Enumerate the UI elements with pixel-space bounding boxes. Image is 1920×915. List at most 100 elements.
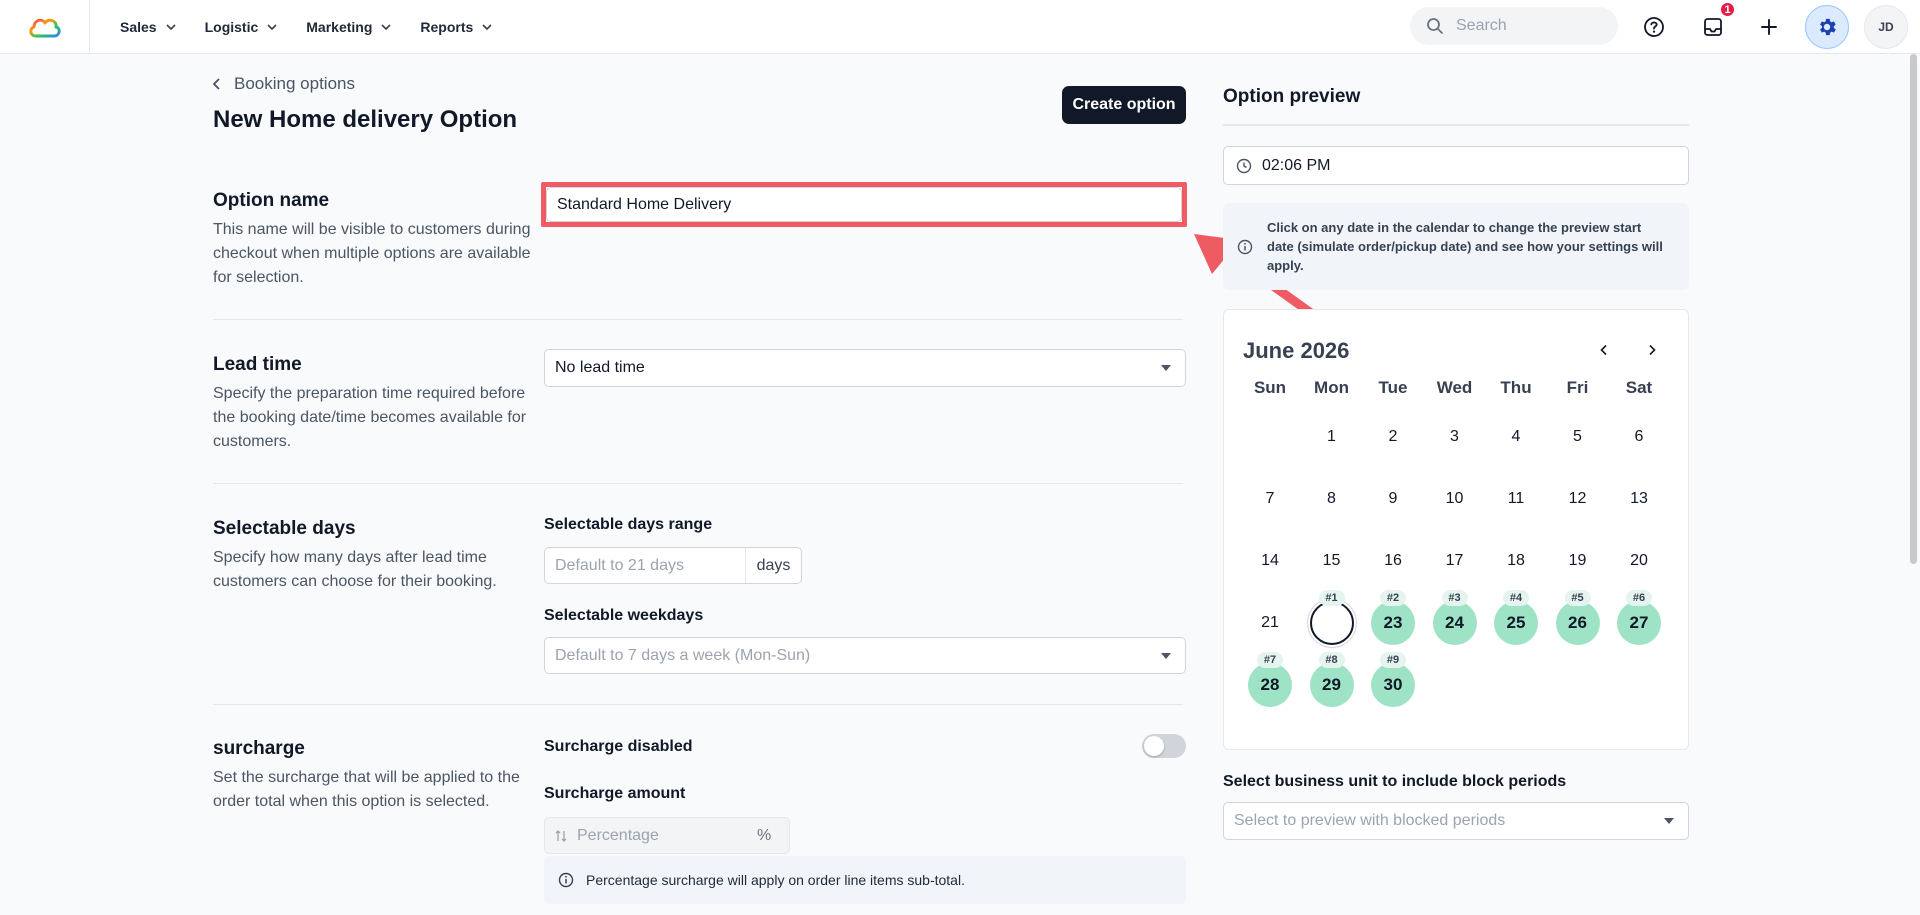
option-name-input[interactable] bbox=[546, 187, 1182, 222]
calendar-day-17[interactable]: 17 bbox=[1433, 539, 1477, 583]
available-day-tag: #7 bbox=[1257, 652, 1283, 668]
calendar-day-14[interactable]: 14 bbox=[1248, 539, 1292, 583]
calendar-day-28[interactable]: 28 bbox=[1248, 663, 1292, 707]
gear-icon bbox=[1820, 18, 1836, 36]
available-day-tag: #3 bbox=[1441, 590, 1468, 606]
weekday-header-mon: Mon bbox=[1314, 378, 1349, 397]
nav-logistic[interactable]: Logistic bbox=[205, 19, 279, 35]
business-unit-label: Select business unit to include block pe… bbox=[1223, 773, 1567, 790]
logo[interactable] bbox=[0, 0, 90, 54]
search-box[interactable] bbox=[1410, 7, 1618, 45]
calendar-month: June 2026 bbox=[1243, 338, 1350, 363]
calendar-day-24[interactable]: 24 bbox=[1432, 601, 1477, 645]
nav-marketing-label: Marketing bbox=[306, 19, 373, 35]
chevron-right-icon bbox=[1649, 344, 1656, 356]
calendar-day-18[interactable]: 18 bbox=[1494, 539, 1538, 583]
preview-info-text: Click on any date in the calendar to cha… bbox=[1267, 220, 1663, 273]
surcharge-title: surcharge bbox=[213, 738, 305, 759]
add-button[interactable] bbox=[1751, 9, 1787, 45]
calendar-day-9[interactable]: 9 bbox=[1371, 477, 1415, 521]
surcharge-toggle-label: Surcharge disabled bbox=[544, 738, 693, 755]
days-range-input[interactable] bbox=[545, 548, 745, 583]
settings-button[interactable] bbox=[1805, 5, 1849, 49]
calendar-day-3[interactable]: 3 bbox=[1433, 415, 1477, 459]
days-range-label: Selectable days range bbox=[544, 516, 713, 533]
caret-down-icon bbox=[1161, 652, 1171, 659]
lead-time-title: Lead time bbox=[213, 354, 302, 375]
calendar-next-button[interactable] bbox=[1638, 336, 1666, 364]
chevron-down-icon bbox=[482, 24, 492, 31]
calendar-day-6[interactable]: 6 bbox=[1617, 415, 1661, 459]
caret-down-icon bbox=[1664, 818, 1674, 824]
selectable-days-title: Selectable days bbox=[213, 518, 356, 539]
calendar-day-11[interactable]: 11 bbox=[1494, 477, 1538, 521]
calendar-day-2[interactable]: 2 bbox=[1371, 415, 1415, 459]
section-divider bbox=[213, 483, 1183, 484]
surcharge-note: Percentage surcharge will apply on order… bbox=[544, 856, 1186, 904]
surcharge-toggle[interactable] bbox=[1142, 734, 1186, 758]
calendar-day-7[interactable]: 7 bbox=[1248, 477, 1292, 521]
calendar-day-29[interactable]: 29 bbox=[1309, 663, 1354, 707]
back-link-label: Booking options bbox=[234, 74, 355, 93]
nav-reports[interactable]: Reports bbox=[420, 19, 493, 35]
available-day-tag: #6 bbox=[1626, 590, 1652, 606]
info-icon bbox=[1237, 239, 1253, 254]
notification-badge: 1 bbox=[1719, 1, 1736, 18]
nav-sales[interactable]: Sales bbox=[120, 19, 177, 35]
calendar-day-8[interactable]: 8 bbox=[1310, 477, 1354, 521]
search-input[interactable] bbox=[1456, 17, 1606, 35]
business-unit-select[interactable]: Select to preview with blocked periods bbox=[1223, 802, 1689, 840]
calendar-day-25[interactable]: 25 bbox=[1494, 601, 1538, 645]
page-scrollbar[interactable] bbox=[1906, 54, 1920, 915]
calendar-day-1[interactable]: 1 bbox=[1310, 415, 1354, 459]
calendar-day-19[interactable]: 19 bbox=[1556, 539, 1600, 583]
scrollbar-thumb[interactable] bbox=[1910, 54, 1917, 564]
calendar-day-5[interactable]: 5 bbox=[1556, 415, 1600, 459]
calendar-day-30[interactable]: 30 bbox=[1371, 663, 1415, 707]
days-range-field: days bbox=[544, 547, 802, 584]
nav-marketing[interactable]: Marketing bbox=[306, 19, 392, 35]
calendar-day-26[interactable]: 26 bbox=[1555, 601, 1600, 645]
user-avatar[interactable]: JD bbox=[1864, 5, 1908, 49]
toggle-knob bbox=[1144, 736, 1164, 756]
sort-arrows-icon bbox=[555, 829, 567, 842]
calendar-day-22[interactable] bbox=[1309, 601, 1354, 645]
calendar-day-4[interactable]: 4 bbox=[1494, 415, 1538, 459]
calendar-day-15[interactable]: 15 bbox=[1310, 539, 1354, 583]
selectable-days-description: Specify how many days after lead time cu… bbox=[213, 549, 497, 590]
nav-logistic-label: Logistic bbox=[204, 19, 259, 35]
business-unit-placeholder: Select to preview with blocked periods bbox=[1234, 812, 1506, 829]
surcharge-amount-input[interactable] bbox=[577, 826, 747, 845]
option-name-description: This name will be visible to customers d… bbox=[213, 221, 531, 286]
back-link[interactable]: Booking options bbox=[212, 74, 355, 94]
lead-time-select[interactable]: No lead time bbox=[544, 349, 1186, 387]
calendar-day-20[interactable]: 20 bbox=[1617, 539, 1661, 583]
weekdays-placeholder: Default to 7 days a week (Mon-Sun) bbox=[555, 646, 811, 664]
available-day-tag: #8 bbox=[1318, 652, 1345, 668]
weekday-header-fri: Fri bbox=[1566, 378, 1589, 397]
inbox-button[interactable]: 1 bbox=[1695, 1, 1736, 45]
preview-divider bbox=[1223, 124, 1689, 126]
help-icon bbox=[1644, 17, 1664, 37]
calendar-day-21[interactable]: 21 bbox=[1248, 601, 1292, 645]
weekdays-select[interactable]: Default to 7 days a week (Mon-Sun) bbox=[544, 637, 1186, 674]
available-day-tag: #9 bbox=[1380, 652, 1406, 668]
calendar-day-13[interactable]: 13 bbox=[1617, 477, 1661, 521]
help-button[interactable] bbox=[1636, 9, 1672, 45]
available-day-tag: #2 bbox=[1380, 590, 1406, 606]
main-menu: Sales Logistic Marketing Reports bbox=[120, 0, 521, 54]
days-unit: days bbox=[745, 548, 801, 583]
caret-down-icon bbox=[1161, 365, 1171, 371]
calendar-day-16[interactable]: 16 bbox=[1371, 539, 1415, 583]
inbox-icon bbox=[1704, 18, 1722, 36]
preview-time-input[interactable]: 02:06 PM bbox=[1223, 146, 1689, 185]
preview-title: Option preview bbox=[1223, 86, 1361, 107]
calendar-day-10[interactable]: 10 bbox=[1433, 477, 1477, 521]
create-option-button[interactable]: Create option bbox=[1062, 86, 1186, 124]
calendar-prev-button[interactable] bbox=[1590, 336, 1618, 364]
avatar-initials: JD bbox=[1878, 20, 1894, 34]
calendar-day-27[interactable]: 27 bbox=[1617, 601, 1661, 645]
calendar-day-12[interactable]: 12 bbox=[1556, 477, 1600, 521]
calendar-day-23[interactable]: 23 bbox=[1371, 601, 1415, 645]
nav-reports-label: Reports bbox=[420, 19, 474, 35]
